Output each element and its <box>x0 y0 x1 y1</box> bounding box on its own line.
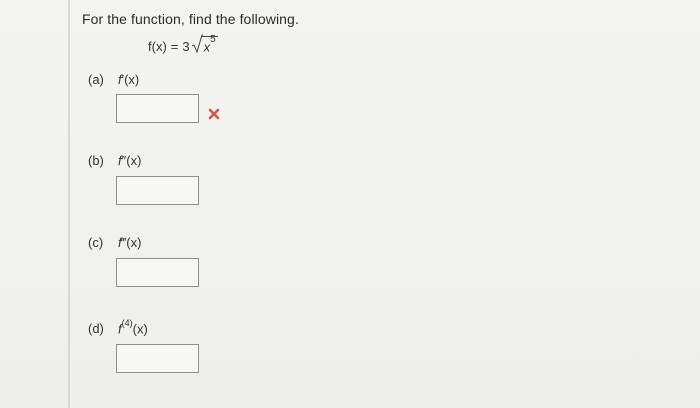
part-b-answer-input[interactable] <box>116 176 199 205</box>
part-b-letter: (b) <box>88 153 104 168</box>
question-prompt: For the function, find the following. <box>82 11 299 27</box>
part-d-letter: (d) <box>88 321 104 337</box>
part-d-answer-input[interactable] <box>116 344 199 373</box>
formula-lhs: f(x) <box>148 39 167 54</box>
part-d-label: (d) f(4)(x) <box>88 318 148 337</box>
formula-coefficient: 3 <box>182 39 190 54</box>
radicand-exponent: 5 <box>210 33 216 45</box>
part-c-arg: (x) <box>126 235 142 250</box>
square-root: x5 <box>191 34 218 54</box>
function-formula: f(x) = 3 x5 <box>148 34 218 54</box>
part-c-answer-input[interactable] <box>116 258 199 287</box>
part-a-letter: (a) <box>88 72 104 87</box>
question-page: For the function, find the following. f(… <box>0 0 700 408</box>
part-d-arg: (x) <box>132 321 148 337</box>
part-a-arg: (x) <box>124 72 140 87</box>
formula-equals: = <box>170 39 179 54</box>
part-a-label: (a) f′(x) <box>88 72 139 87</box>
part-b-arg: (x) <box>126 153 142 168</box>
part-c-label: (c) f‴(x) <box>88 235 141 250</box>
part-a-answer-input[interactable] <box>116 94 199 123</box>
part-c-letter: (c) <box>88 235 104 250</box>
part-b-label: (b) f″(x) <box>88 153 141 168</box>
radicand: x5 <box>201 33 218 54</box>
red-x-icon <box>208 108 220 120</box>
left-border-divider <box>68 0 70 408</box>
part-d-order: (4) <box>121 318 133 328</box>
question-content: For the function, find the following. f(… <box>82 0 700 408</box>
